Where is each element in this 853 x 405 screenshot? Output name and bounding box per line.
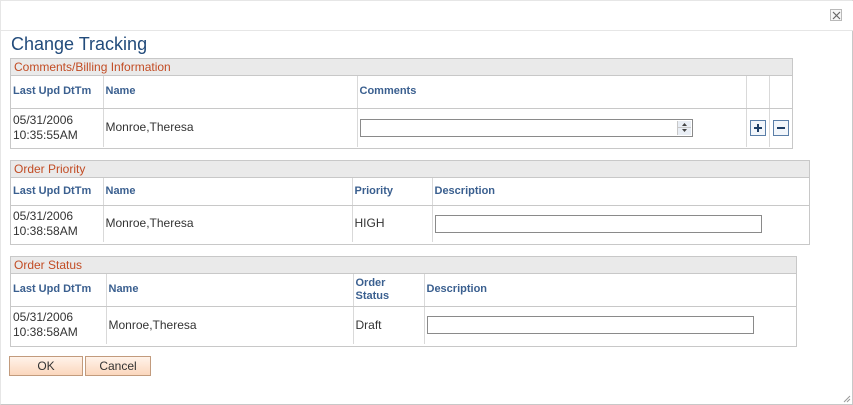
dialog-titlebar xyxy=(1,1,853,31)
header-row: Last Upd DtTm Name Priority Description xyxy=(11,178,809,206)
close-button[interactable] xyxy=(830,9,842,21)
close-icon xyxy=(832,11,841,20)
change-tracking-dialog: Change Tracking Comments/Billing Informa… xyxy=(0,0,853,405)
order-priority-grid: Order Priority Last Upd DtTm Name Priori… xyxy=(10,160,810,245)
header-row: Last Upd DtTm Name Order Status Descript… xyxy=(11,274,796,307)
col-name: Name xyxy=(102,76,357,109)
description-input[interactable] xyxy=(434,214,762,233)
name-cell: Monroe,Theresa xyxy=(105,306,353,344)
page-title: Change Tracking xyxy=(11,34,148,54)
last-upd-dttm-cell: 05/31/2006 10:38:58AM xyxy=(11,205,103,242)
description-input[interactable] xyxy=(426,316,754,335)
order-priority-title: Order Priority xyxy=(11,161,809,178)
comments-cell xyxy=(356,108,746,147)
priority-cell: HIGH xyxy=(351,205,432,242)
comments-billing-title: Comments/Billing Information xyxy=(11,59,792,76)
name-cell: Monroe,Theresa xyxy=(102,108,357,147)
col-add xyxy=(745,76,769,109)
col-name: Name xyxy=(105,274,353,307)
name-cell: Monroe,Theresa xyxy=(102,205,352,242)
comments-billing-table: Last Upd DtTm Name Comments 05/31/2006 1… xyxy=(11,76,792,147)
scroll-up-icon[interactable] xyxy=(677,120,691,128)
order-status-cell: Draft xyxy=(352,306,424,344)
col-last-upd-dttm: Last Upd DtTm xyxy=(11,274,106,307)
last-upd-dttm-cell: 05/31/2006 10:35:55AM xyxy=(11,108,103,147)
cancel-button[interactable]: Cancel xyxy=(85,356,151,376)
order-status-title: Order Status xyxy=(11,257,796,274)
order-priority-table: Last Upd DtTm Name Priority Description … xyxy=(11,178,809,242)
col-last-upd-dttm: Last Upd DtTm xyxy=(11,178,103,206)
col-priority: Priority xyxy=(351,178,432,206)
resize-grip-icon[interactable] xyxy=(841,393,851,403)
col-delete xyxy=(768,76,792,109)
table-row: 05/31/2006 10:35:55AM Monroe,Theresa xyxy=(11,108,792,147)
time-value: 10:38:58AM xyxy=(13,223,78,238)
add-row-button[interactable] xyxy=(749,119,766,136)
description-cell xyxy=(431,205,809,242)
add-row-cell xyxy=(745,108,769,147)
table-row: 05/31/2006 10:38:58AM Monroe,Theresa Dra… xyxy=(11,306,796,344)
date-value: 05/31/2006 xyxy=(13,310,74,325)
time-value: 10:38:58AM xyxy=(13,325,78,340)
plus-icon xyxy=(753,123,762,132)
order-status-header-line1: Order xyxy=(355,276,386,289)
col-comments: Comments xyxy=(356,76,746,109)
order-status-grid: Order Status Last Upd DtTm Name Order St… xyxy=(10,256,797,347)
comments-billing-grid: Comments/Billing Information Last Upd Dt… xyxy=(10,58,793,149)
delete-row-button[interactable] xyxy=(772,119,789,136)
order-status-header-line2: Status xyxy=(355,289,390,302)
col-last-upd-dttm: Last Upd DtTm xyxy=(11,76,103,109)
minus-icon xyxy=(776,126,785,129)
date-value: 05/31/2006 xyxy=(13,208,74,223)
order-status-table: Last Upd DtTm Name Order Status Descript… xyxy=(11,274,796,344)
textarea-scroll[interactable] xyxy=(676,120,691,135)
comments-textarea[interactable] xyxy=(359,118,693,137)
col-order-status: Order Status xyxy=(352,274,424,307)
time-value: 10:35:55AM xyxy=(13,127,78,142)
header-row: Last Upd DtTm Name Comments xyxy=(11,76,792,109)
ok-button[interactable]: OK xyxy=(9,356,83,376)
col-description: Description xyxy=(431,178,809,206)
last-upd-dttm-cell: 05/31/2006 10:38:58AM xyxy=(11,306,106,344)
table-row: 05/31/2006 10:38:58AM Monroe,Theresa HIG… xyxy=(11,205,809,242)
col-name: Name xyxy=(102,178,352,206)
delete-row-cell xyxy=(768,108,792,147)
scroll-down-icon[interactable] xyxy=(677,127,691,135)
description-cell xyxy=(423,306,796,344)
date-value: 05/31/2006 xyxy=(13,112,74,127)
col-description: Description xyxy=(423,274,796,307)
